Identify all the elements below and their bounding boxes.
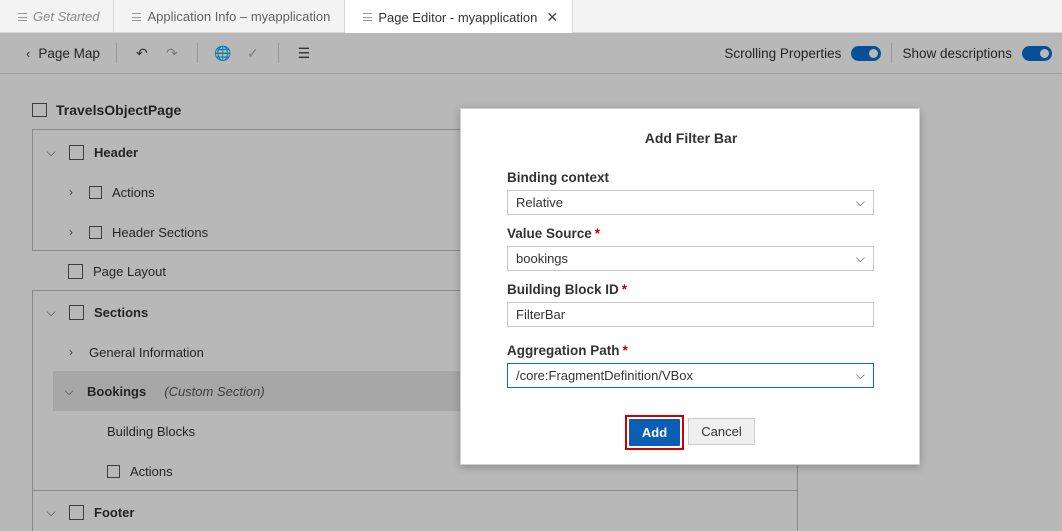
tab-application-info[interactable]: Application Info – myapplication xyxy=(114,0,346,33)
chevron-down-icon[interactable]: ⌵ xyxy=(856,368,865,383)
tab-get-started[interactable]: Get Started xyxy=(0,0,115,33)
required-marker: * xyxy=(594,226,601,241)
required-marker: * xyxy=(621,282,628,297)
document-icon xyxy=(18,12,27,21)
required-marker: * xyxy=(622,343,628,358)
building-block-id-label: Building Block ID * xyxy=(507,282,627,297)
add-button[interactable]: Add xyxy=(629,419,680,446)
binding-context-value: Relative xyxy=(516,195,563,210)
editor-tab-bar: Get Started Application Info – myapplica… xyxy=(0,0,1062,34)
document-icon xyxy=(132,12,142,21)
chevron-down-icon[interactable]: ⌵ xyxy=(856,195,865,210)
aggregation-path-label: Aggregation Path * xyxy=(507,343,628,358)
value-source-value: bookings xyxy=(516,251,569,266)
value-source-label: Value Source * xyxy=(507,226,600,241)
close-icon[interactable]: ✕ xyxy=(546,9,558,26)
value-source-select[interactable]: bookings ⌵ xyxy=(507,246,874,271)
tab-label: Application Info – myapplication xyxy=(147,9,331,24)
add-filter-bar-dialog: Add Filter Bar Binding context Relative … xyxy=(460,108,920,465)
value-source-label-text: Value Source xyxy=(507,226,592,241)
add-button-highlight: Add xyxy=(625,415,684,450)
tab-label: Page Editor - myapplication xyxy=(378,9,538,25)
document-icon xyxy=(363,13,373,21)
cancel-button[interactable]: Cancel xyxy=(688,418,755,445)
aggregation-path-value: /core:FragmentDefinition/VBox xyxy=(516,368,694,383)
binding-context-label: Binding context xyxy=(507,170,609,185)
binding-context-select[interactable]: Relative ⌵ xyxy=(507,190,874,215)
tab-label: Get Started xyxy=(33,9,100,24)
aggregation-path-label-text: Aggregation Path xyxy=(507,343,620,358)
aggregation-path-select[interactable]: /core:FragmentDefinition/VBox ⌵ xyxy=(507,363,874,388)
chevron-down-icon[interactable]: ⌵ xyxy=(856,251,865,266)
tab-page-editor[interactable]: Page Editor - myapplication ✕ xyxy=(345,0,574,34)
building-block-id-label-text: Building Block ID xyxy=(507,282,619,297)
binding-context-label-text: Binding context xyxy=(507,170,609,185)
dialog-title: Add Filter Bar xyxy=(644,130,738,146)
building-block-id-input[interactable]: FilterBar xyxy=(507,302,874,327)
building-block-id-value: FilterBar xyxy=(516,307,566,322)
